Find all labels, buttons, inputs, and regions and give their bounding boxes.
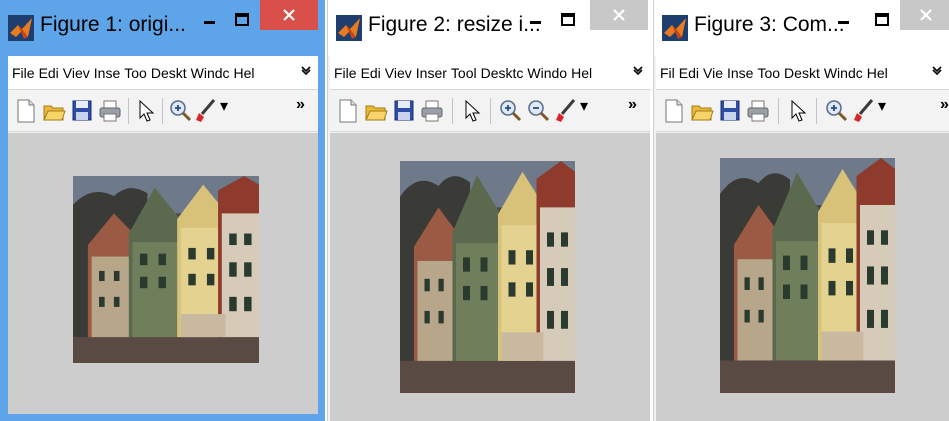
figure-window-1[interactable]: Figure 1: origi... File Edi Viev Inse To… <box>0 0 325 421</box>
menu-desktop[interactable]: Deskt <box>784 65 820 81</box>
menu-window[interactable]: Windc <box>191 65 230 81</box>
title-bar[interactable]: Figure 2: resize i... <box>328 0 650 56</box>
menu-desktop[interactable]: Deskt <box>151 65 187 81</box>
menu-view[interactable]: Viev <box>385 65 412 81</box>
window-title: Figure 1: origi... <box>40 13 186 36</box>
image-original <box>73 176 259 363</box>
menu-view[interactable]: Vie <box>703 65 723 81</box>
axes-area <box>330 133 650 421</box>
zoom-out-icon[interactable] <box>526 98 550 124</box>
maximize-icon[interactable] <box>554 8 582 34</box>
menu-file[interactable]: File <box>334 65 357 81</box>
window-title: Figure 2: resize i... <box>368 13 541 36</box>
close-button[interactable] <box>590 0 648 30</box>
matlab-icon <box>336 15 362 41</box>
pointer-icon[interactable] <box>460 98 484 124</box>
menu-bar: File Edi Viev Inse Too Deskt Windc Hel <box>8 56 318 90</box>
brush-icon[interactable] <box>852 98 876 124</box>
menu-help[interactable]: Hel <box>571 65 592 81</box>
maximize-icon[interactable] <box>868 8 896 34</box>
image-resized <box>400 161 575 393</box>
axes-area <box>8 133 318 414</box>
figure-window-2[interactable]: Figure 2: resize i... File Edi Viev Inse… <box>327 0 650 421</box>
maximize-icon[interactable] <box>228 8 256 34</box>
menu-bar: Fil Edi Vie Inse Too Deskt Windc Hel <box>656 56 949 90</box>
brush-dropdown-icon[interactable]: ▾ <box>580 96 588 116</box>
title-bar[interactable]: Figure 3: Com... <box>654 0 949 56</box>
menu-view[interactable]: Viev <box>63 65 90 81</box>
brush-dropdown-icon[interactable]: ▾ <box>220 96 228 116</box>
menu-file[interactable]: File <box>12 65 35 81</box>
title-bar[interactable]: Figure 1: origi... <box>0 0 325 56</box>
open-file-icon[interactable] <box>690 98 714 124</box>
new-figure-icon[interactable] <box>662 98 686 124</box>
menu-insert[interactable]: Inser <box>416 65 447 81</box>
image-compressed <box>720 158 895 393</box>
menu-edit[interactable]: Edi <box>39 65 59 81</box>
matlab-icon <box>662 15 688 41</box>
figure-client-area: Fil Edi Vie Inse Too Deskt Windc Hel ▾ » <box>656 56 949 421</box>
print-icon[interactable] <box>98 98 122 124</box>
menu-window[interactable]: Windo <box>527 65 567 81</box>
open-file-icon[interactable] <box>42 98 66 124</box>
figure-toolbar: ▾ » <box>8 90 318 132</box>
toolbar-overflow-icon[interactable]: » <box>628 96 637 114</box>
menu-tools[interactable]: Too <box>757 65 780 81</box>
close-button[interactable] <box>900 0 949 30</box>
menu-insert[interactable]: Inse <box>727 65 753 81</box>
menu-help[interactable]: Hel <box>867 65 888 81</box>
minimize-icon[interactable] <box>830 8 858 34</box>
figure-toolbar: ▾ » <box>330 90 650 132</box>
menu-edit[interactable]: Edi <box>361 65 381 81</box>
toolbar-overflow-icon[interactable]: » <box>296 96 305 114</box>
toolbar-overflow-icon[interactable]: » <box>940 96 949 114</box>
zoom-in-icon[interactable] <box>824 98 848 124</box>
print-icon[interactable] <box>746 98 770 124</box>
menu-window[interactable]: Windc <box>824 65 863 81</box>
pointer-icon[interactable] <box>134 98 158 124</box>
minimize-icon[interactable] <box>522 8 550 34</box>
minimize-icon[interactable] <box>196 8 224 34</box>
menu-overflow-icon[interactable] <box>300 64 312 76</box>
figure-toolbar: ▾ » <box>656 90 949 132</box>
pointer-icon[interactable] <box>786 98 810 124</box>
menu-overflow-icon[interactable] <box>931 64 943 76</box>
menu-tools[interactable]: Too <box>124 65 147 81</box>
brush-icon[interactable] <box>194 98 218 124</box>
new-figure-icon[interactable] <box>336 98 360 124</box>
axes-area <box>656 133 949 421</box>
close-icon <box>920 9 932 21</box>
close-icon <box>613 9 625 21</box>
close-button[interactable] <box>260 0 318 30</box>
brush-dropdown-icon[interactable]: ▾ <box>878 96 886 116</box>
menu-bar: File Edi Viev Inser Tool Desktc Windo He… <box>330 56 650 90</box>
new-figure-icon[interactable] <box>14 98 38 124</box>
save-icon[interactable] <box>718 98 742 124</box>
menu-tools[interactable]: Tool <box>451 65 477 81</box>
figure-window-3[interactable]: Figure 3: Com... Fil Edi Vie Inse Too De… <box>653 0 949 421</box>
brush-icon[interactable] <box>554 98 578 124</box>
print-icon[interactable] <box>420 98 444 124</box>
close-icon <box>283 9 295 21</box>
menu-edit[interactable]: Edi <box>679 65 699 81</box>
save-icon[interactable] <box>392 98 416 124</box>
figure-client-area: File Edi Viev Inse Too Deskt Windc Hel ▾… <box>8 56 318 414</box>
open-file-icon[interactable] <box>364 98 388 124</box>
save-icon[interactable] <box>70 98 94 124</box>
figure-client-area: File Edi Viev Inser Tool Desktc Windo He… <box>330 56 650 421</box>
menu-overflow-icon[interactable] <box>632 64 644 76</box>
menu-help[interactable]: Hel <box>234 65 255 81</box>
zoom-in-icon[interactable] <box>498 98 522 124</box>
menu-desktop[interactable]: Desktc <box>481 65 524 81</box>
matlab-icon <box>8 15 34 41</box>
menu-insert[interactable]: Inse <box>94 65 120 81</box>
zoom-in-icon[interactable] <box>168 98 192 124</box>
window-title: Figure 3: Com... <box>694 13 845 36</box>
menu-file[interactable]: Fil <box>660 65 675 81</box>
